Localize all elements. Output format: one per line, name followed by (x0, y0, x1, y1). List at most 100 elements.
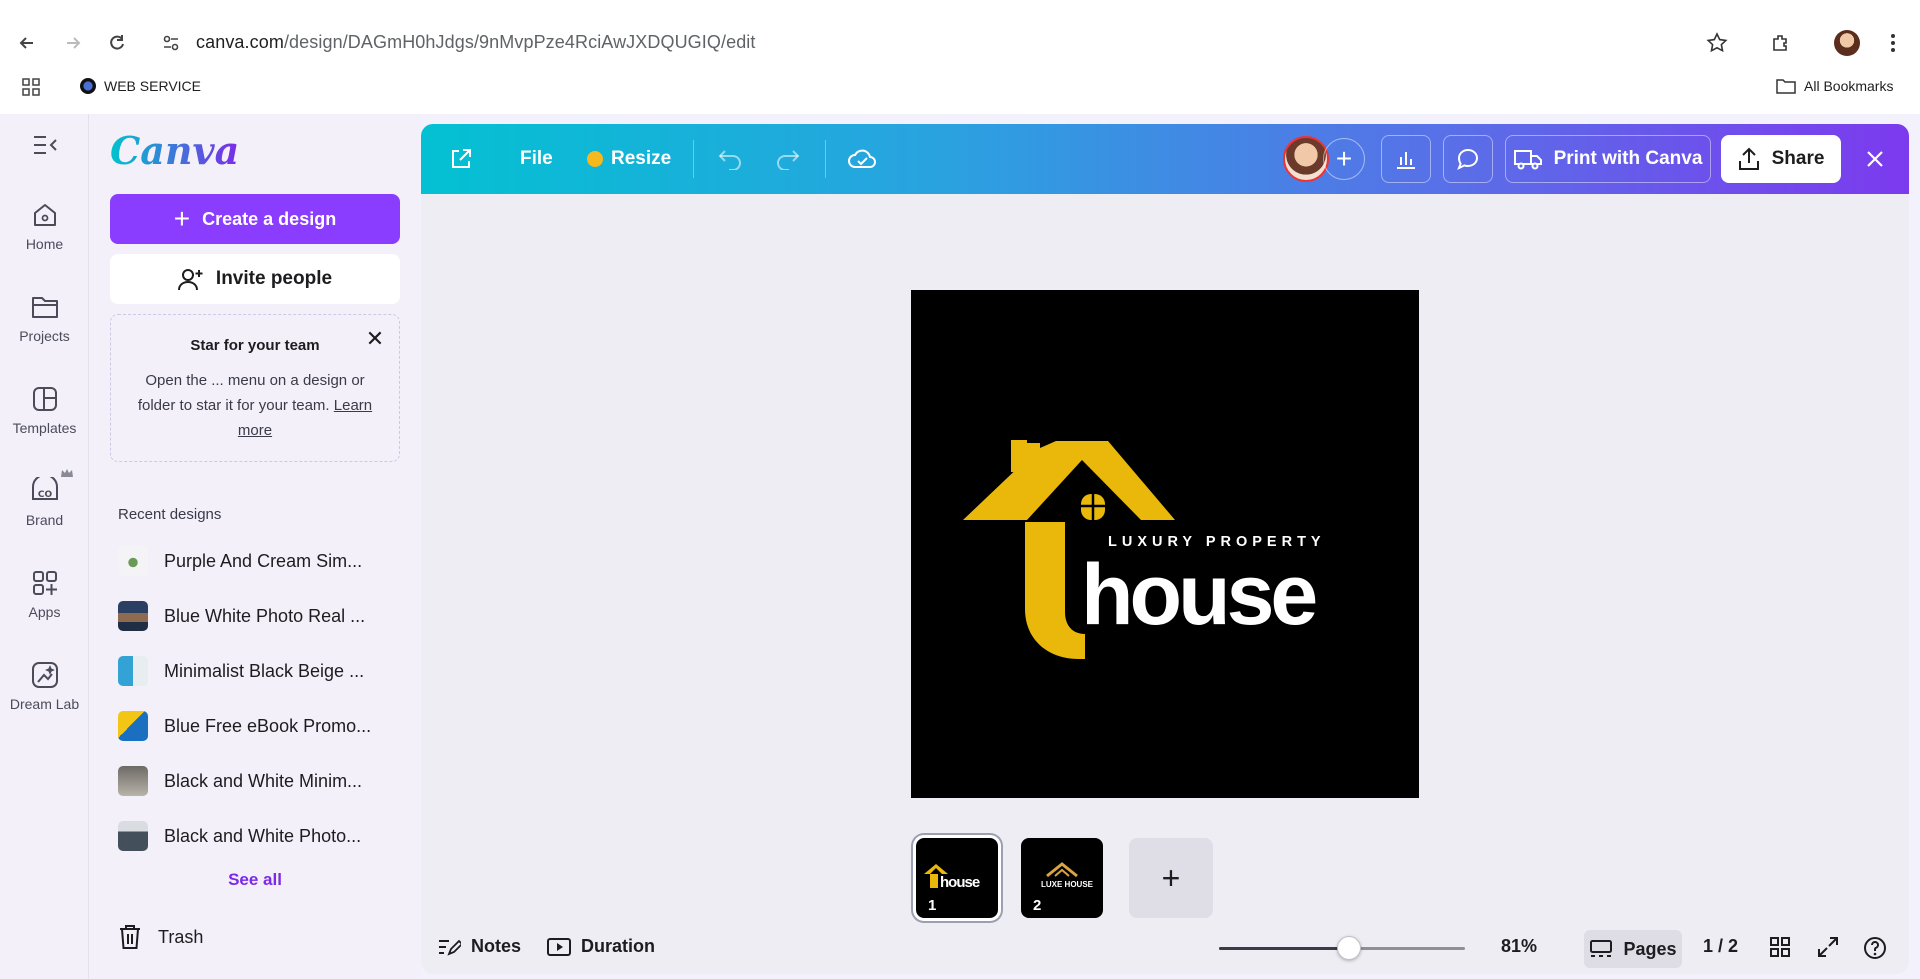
toolbar-divider (693, 140, 694, 178)
address-row: canva.com/design/DAGmH0hJdgs/9nMvpPze4Rc… (0, 22, 1920, 62)
trash-button[interactable]: Trash (118, 924, 203, 950)
rail-item-home[interactable]: Home (0, 200, 89, 252)
globe-icon (80, 78, 96, 94)
zoom-slider-handle[interactable] (1337, 936, 1362, 960)
recent-design-item[interactable]: Purple And Cream Sim... (118, 544, 408, 578)
recent-design-item[interactable]: Blue Free eBook Promo... (118, 709, 408, 743)
undo-button[interactable] (717, 124, 743, 194)
arrow-left-icon (19, 37, 33, 49)
open-external-button[interactable] (449, 124, 473, 194)
notes-label: Notes (471, 936, 522, 956)
close-icon[interactable]: ✕ (365, 328, 385, 350)
design-canvas[interactable]: LUXURY PROPERTY house (911, 290, 1419, 798)
page-thumbnail-1[interactable]: house 1 (913, 835, 1001, 921)
recent-designs-heading: Recent designs (118, 506, 222, 523)
rail-item-brand[interactable]: CO Brand (0, 469, 89, 528)
dream-lab-icon (30, 660, 60, 690)
recent-design-item[interactable]: Minimalist Black Beige ... (118, 654, 408, 688)
design-house-word: house (1081, 547, 1318, 643)
zoom-level[interactable]: 81% (1501, 936, 1537, 957)
grid-view-button[interactable] (1769, 936, 1791, 958)
zoom-slider[interactable] (1219, 936, 1465, 960)
recent-design-title: Blue Free eBook Promo... (164, 715, 372, 736)
page-thumbnail-2[interactable]: LUXE HOUSE 2 (1021, 838, 1103, 918)
invite-people-button[interactable]: Invite people (110, 254, 400, 304)
upload-icon (1738, 147, 1759, 170)
recent-design-item[interactable]: Black and White Minim... (118, 764, 408, 798)
recent-design-item[interactable]: Black and White Photo... (118, 819, 408, 853)
canva-app: Home Projects Templates CO Brand Apps Dr… (0, 114, 1920, 979)
side-panel: Canva + Create a design Invite people ✕ … (90, 114, 420, 979)
notes-icon (439, 939, 461, 956)
rail-label: Apps (28, 604, 61, 620)
zoom-slider-fill (1219, 947, 1350, 950)
save-status-button[interactable] (847, 124, 877, 194)
recent-design-title: Purple And Cream Sim... (164, 550, 363, 571)
rail-item-apps[interactable]: Apps (0, 568, 89, 620)
comments-button[interactable] (1443, 135, 1493, 183)
notes-button[interactable]: Notes (437, 936, 521, 957)
extensions-button[interactable] (1768, 30, 1794, 56)
plus-icon: + (173, 203, 191, 234)
close-editor-button[interactable] (1865, 124, 1885, 194)
grid-icon (22, 78, 40, 96)
profile-avatar[interactable] (1834, 30, 1860, 56)
svg-text:CO: CO (37, 490, 52, 500)
resize-label: Resize (611, 148, 672, 169)
back-button[interactable] (14, 30, 40, 56)
star-card-text: Open the ... menu on a design or folder … (137, 372, 365, 414)
recent-design-title: Black and White Minim... (164, 770, 363, 791)
file-menu-button[interactable]: File (520, 124, 553, 194)
rail-item-templates[interactable]: Templates (0, 384, 89, 436)
trash-icon (120, 925, 140, 949)
forward-button[interactable] (60, 30, 86, 56)
see-all-link[interactable]: See all (90, 870, 420, 890)
rail-item-projects[interactable]: Projects (0, 292, 89, 344)
help-button[interactable] (1863, 936, 1887, 960)
cloud-check-icon (848, 149, 876, 168)
rail-collapse-button[interactable] (0, 134, 89, 156)
editor-topbar: File Resize + Print with Canva Share (421, 124, 1909, 194)
add-page-button[interactable]: + (1129, 838, 1213, 918)
comment-icon (1457, 148, 1479, 170)
reload-button[interactable] (104, 30, 130, 56)
expand-icon (1818, 937, 1838, 957)
fullscreen-button[interactable] (1817, 936, 1839, 958)
star-icon (1706, 32, 1728, 53)
create-design-label: Create a design (202, 208, 337, 229)
all-bookmarks-label: All Bookmarks (1804, 78, 1894, 94)
print-with-canva-button[interactable]: Print with Canva (1505, 135, 1711, 183)
trash-label: Trash (158, 926, 204, 947)
bookmark-label: WEB SERVICE (104, 78, 201, 94)
create-design-button[interactable]: + Create a design (110, 194, 400, 244)
share-button[interactable]: Share (1721, 135, 1841, 183)
star-card-title: Star for your team (190, 337, 320, 354)
pages-icon (1590, 940, 1613, 957)
all-bookmarks[interactable]: All Bookmarks (1776, 78, 1893, 94)
browser-menu-button[interactable] (1880, 30, 1906, 56)
rail-item-dream-lab[interactable]: Dream Lab (0, 660, 89, 712)
address-bar[interactable]: canva.com/design/DAGmH0hJdgs/9nMvpPze4Rc… (196, 32, 756, 53)
bar-chart-icon (1397, 152, 1415, 169)
invite-people-label: Invite people (215, 268, 333, 289)
bookmark-star-button[interactable] (1704, 30, 1730, 56)
pages-button[interactable]: Pages (1584, 930, 1682, 968)
redo-icon (777, 150, 800, 170)
canva-logo[interactable]: Canva (110, 128, 239, 173)
thumb-caption: LUXE HOUSE (1041, 880, 1094, 889)
duration-button[interactable]: Duration (547, 936, 655, 957)
recent-design-item[interactable]: Blue White Photo Real ... (118, 599, 408, 633)
insights-button[interactable] (1381, 135, 1431, 183)
crown-icon (587, 151, 603, 167)
site-info-button[interactable] (158, 30, 184, 56)
bookmark-web-service[interactable]: WEB SERVICE (80, 78, 201, 94)
apps-grid-button[interactable] (22, 78, 40, 96)
print-label: Print with Canva (1553, 148, 1703, 169)
resize-button[interactable]: Resize (587, 124, 671, 194)
add-collaborator-button[interactable]: + (1323, 138, 1365, 180)
rail-label: Projects (19, 328, 70, 344)
page-number: 2 (1033, 897, 1042, 914)
truck-icon (1513, 150, 1542, 170)
puzzle-icon (1773, 35, 1787, 51)
redo-button[interactable] (775, 124, 801, 194)
